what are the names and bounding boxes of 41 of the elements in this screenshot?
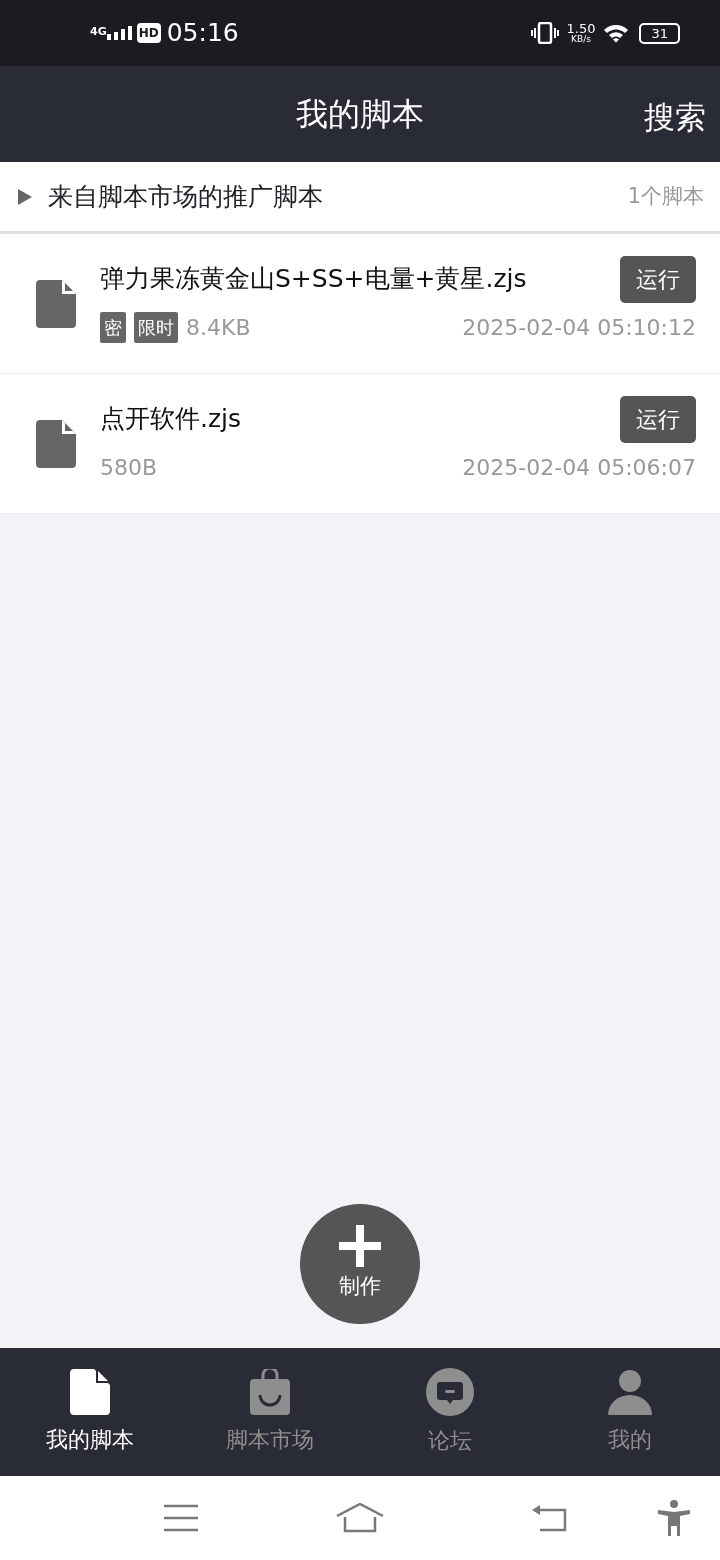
modified-date: 2025-02-04 05:10:12	[462, 314, 696, 342]
menu-icon[interactable]	[164, 1504, 198, 1532]
file-size: 580B	[100, 454, 158, 482]
document-icon	[70, 1368, 110, 1415]
nav-tab[interactable]: 我的脚本	[0, 1348, 180, 1476]
network-label: 4G	[90, 24, 107, 40]
run-button[interactable]: 运行	[620, 396, 696, 443]
wifi-icon	[603, 23, 630, 43]
script-tag: 限时	[134, 312, 178, 343]
back-icon[interactable]	[532, 1504, 568, 1532]
network-speed: 1.50	[566, 22, 596, 35]
create-button[interactable]: 制作	[300, 1204, 420, 1324]
shopping-bag-icon	[250, 1368, 290, 1415]
modified-date: 2025-02-04 05:06:07	[462, 454, 696, 482]
battery-indicator: 31	[639, 22, 680, 44]
file-size: 8.4KB	[186, 314, 251, 342]
person-icon	[608, 1368, 652, 1415]
page-title: 我的脚本	[296, 94, 424, 135]
file-icon	[36, 280, 76, 328]
search-link[interactable]: 搜索	[644, 94, 706, 141]
chat-bubble-icon	[426, 1367, 474, 1416]
status-time: 05:16	[166, 17, 239, 50]
file-icon	[36, 420, 76, 468]
script-name: 点开软件.zjs	[100, 403, 242, 435]
speed-unit: KB/s	[570, 35, 592, 44]
promo-row[interactable]: 来自脚本市场的推广脚本 1个脚本	[0, 162, 720, 234]
script-count: 1个脚本	[627, 182, 704, 210]
nav-tab[interactable]: 论坛	[360, 1348, 540, 1476]
plus-icon	[339, 1225, 381, 1268]
promo-label: 来自脚本市场的推广脚本	[48, 180, 323, 213]
vibrate-icon	[530, 22, 559, 44]
home-icon[interactable]	[336, 1503, 384, 1533]
accessibility-icon[interactable]	[658, 1500, 690, 1536]
expand-triangle-icon	[18, 188, 32, 205]
run-button[interactable]: 运行	[620, 256, 696, 303]
hd-badge: HD	[136, 23, 161, 43]
nav-tab[interactable]: 我的	[540, 1348, 720, 1476]
nav-tab[interactable]: 脚本市场	[180, 1348, 360, 1476]
script-tag: 密	[100, 312, 126, 343]
signal-icon	[106, 26, 133, 40]
script-name: 弹力果冻黄金山S+SS+电量+黄星.zjs	[100, 263, 527, 295]
